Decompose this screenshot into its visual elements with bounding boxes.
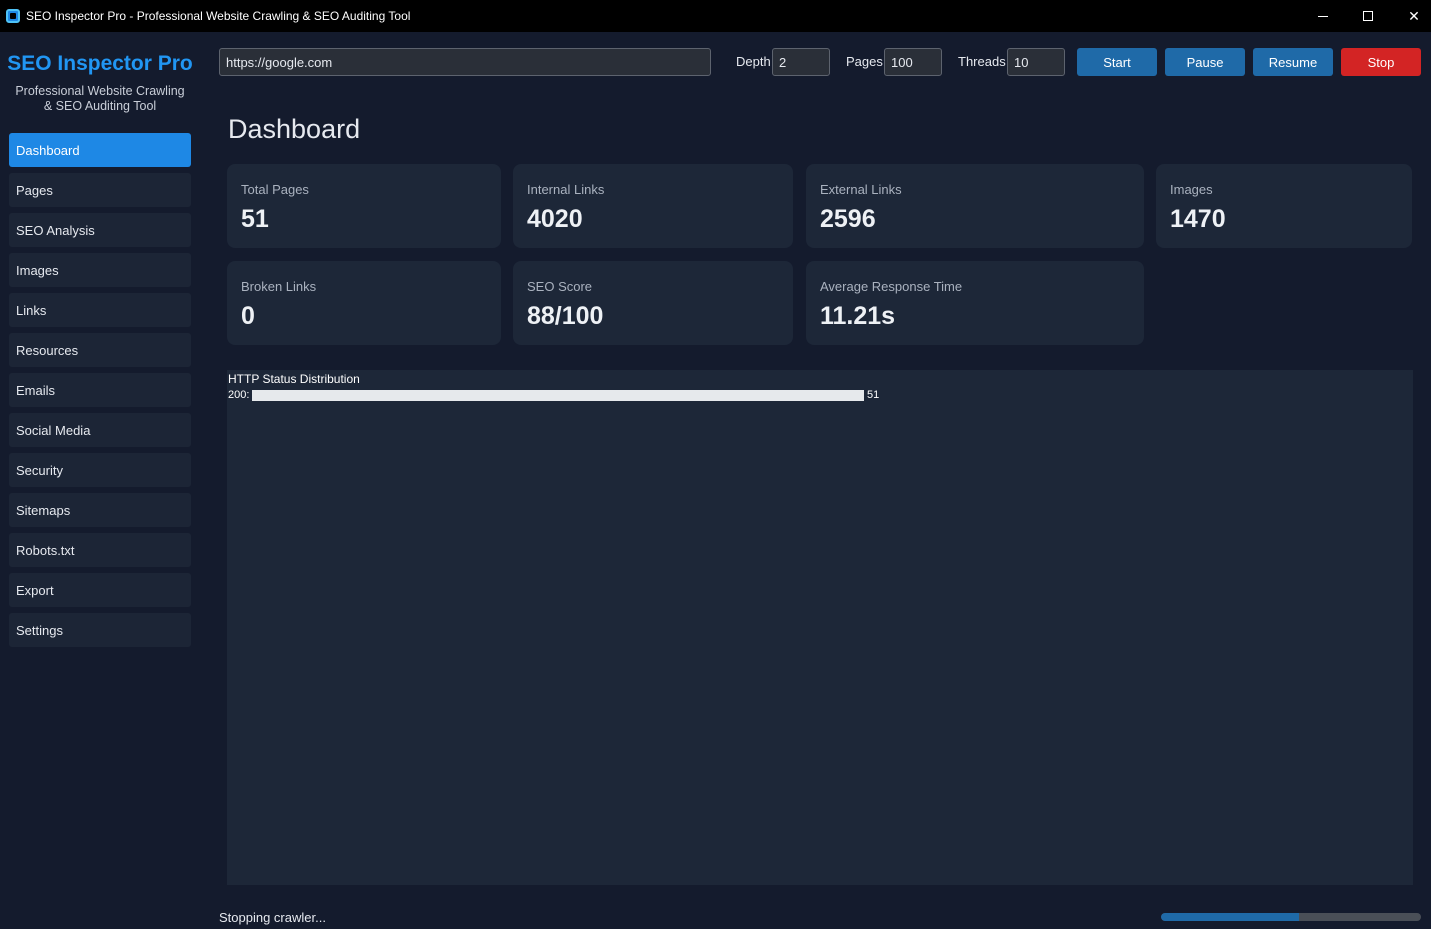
- sidebar-item-links[interactable]: Links: [9, 293, 191, 327]
- stat-label: Internal Links: [527, 182, 605, 197]
- stat-value: 88/100: [527, 302, 604, 330]
- status-text: Stopping crawler...: [219, 910, 326, 925]
- http-status-chart: HTTP Status Distribution 200: 51: [227, 370, 1413, 885]
- stat-card-broken-links: Broken Links 0: [227, 261, 501, 345]
- depth-label: Depth: [736, 54, 771, 69]
- chart-bar: [252, 390, 864, 401]
- sidebar-nav: Dashboard Pages SEO Analysis Images Link…: [9, 133, 191, 653]
- minimize-icon[interactable]: [1300, 0, 1346, 32]
- app-icon: [6, 9, 20, 23]
- sidebar: SEO Inspector Pro Professional Website C…: [0, 32, 200, 929]
- pause-button[interactable]: Pause: [1165, 48, 1245, 76]
- threads-input[interactable]: [1007, 48, 1065, 76]
- sidebar-item-sitemaps[interactable]: Sitemaps: [9, 493, 191, 527]
- progress-bar: [1161, 913, 1421, 921]
- sidebar-item-robots[interactable]: Robots.txt: [9, 533, 191, 567]
- stop-button[interactable]: Stop: [1341, 48, 1421, 76]
- brand-tagline-line2: & SEO Auditing Tool: [43, 99, 157, 113]
- stat-value: 0: [241, 302, 255, 330]
- toolbar: Depth Pages Threads Start Pause Resume S…: [0, 32, 1431, 92]
- sidebar-item-security[interactable]: Security: [9, 453, 191, 487]
- stat-value: 2596: [820, 205, 876, 233]
- sidebar-item-social-media[interactable]: Social Media: [9, 413, 191, 447]
- resume-button[interactable]: Resume: [1253, 48, 1333, 76]
- window-title: SEO Inspector Pro - Professional Website…: [26, 9, 411, 23]
- close-icon[interactable]: ✕: [1391, 0, 1431, 32]
- sidebar-item-images[interactable]: Images: [9, 253, 191, 287]
- sidebar-item-export[interactable]: Export: [9, 573, 191, 607]
- stat-label: External Links: [820, 182, 902, 197]
- sidebar-item-dashboard[interactable]: Dashboard: [9, 133, 191, 167]
- stat-label: Average Response Time: [820, 279, 963, 294]
- stat-value: 51: [241, 205, 269, 233]
- title-bar: SEO Inspector Pro - Professional Website…: [0, 0, 1431, 32]
- pages-input[interactable]: [884, 48, 942, 76]
- start-button[interactable]: Start: [1077, 48, 1157, 76]
- sidebar-item-settings[interactable]: Settings: [9, 613, 191, 647]
- stat-card-internal-links: Internal Links 4020: [513, 164, 793, 248]
- sidebar-item-emails[interactable]: Emails: [9, 373, 191, 407]
- sidebar-item-pages[interactable]: Pages: [9, 173, 191, 207]
- chart-bar-label: 200:: [228, 389, 250, 401]
- stat-label: Images: [1170, 182, 1213, 197]
- stat-value: 4020: [527, 205, 583, 233]
- chart-bar-row: 200: 51: [228, 388, 1408, 402]
- stat-label: Total Pages: [241, 182, 309, 197]
- stat-card-total-pages: Total Pages 51: [227, 164, 501, 248]
- chart-title: HTTP Status Distribution: [228, 372, 360, 386]
- stat-label: Broken Links: [241, 279, 317, 294]
- stat-card-seo-score: SEO Score 88/100: [513, 261, 793, 345]
- maximize-icon[interactable]: [1345, 0, 1391, 32]
- depth-input[interactable]: [772, 48, 830, 76]
- threads-label: Threads: [958, 54, 1006, 69]
- stat-card-external-links: External Links 2596: [806, 164, 1144, 248]
- page-title: Dashboard: [228, 114, 361, 144]
- stat-value: 1470: [1170, 205, 1226, 233]
- stat-label: SEO Score: [527, 279, 593, 294]
- sidebar-item-seo-analysis[interactable]: SEO Analysis: [9, 213, 191, 247]
- url-input[interactable]: [219, 48, 711, 76]
- stat-card-images: Images 1470: [1156, 164, 1412, 248]
- stat-value: 11.21s: [820, 302, 896, 330]
- chart-bar-value: 51: [867, 389, 880, 401]
- pages-label: Pages: [846, 54, 883, 69]
- sidebar-item-resources[interactable]: Resources: [9, 333, 191, 367]
- progress-fill: [1161, 913, 1299, 921]
- stat-card-avg-response-time: Average Response Time 11.21s: [806, 261, 1144, 345]
